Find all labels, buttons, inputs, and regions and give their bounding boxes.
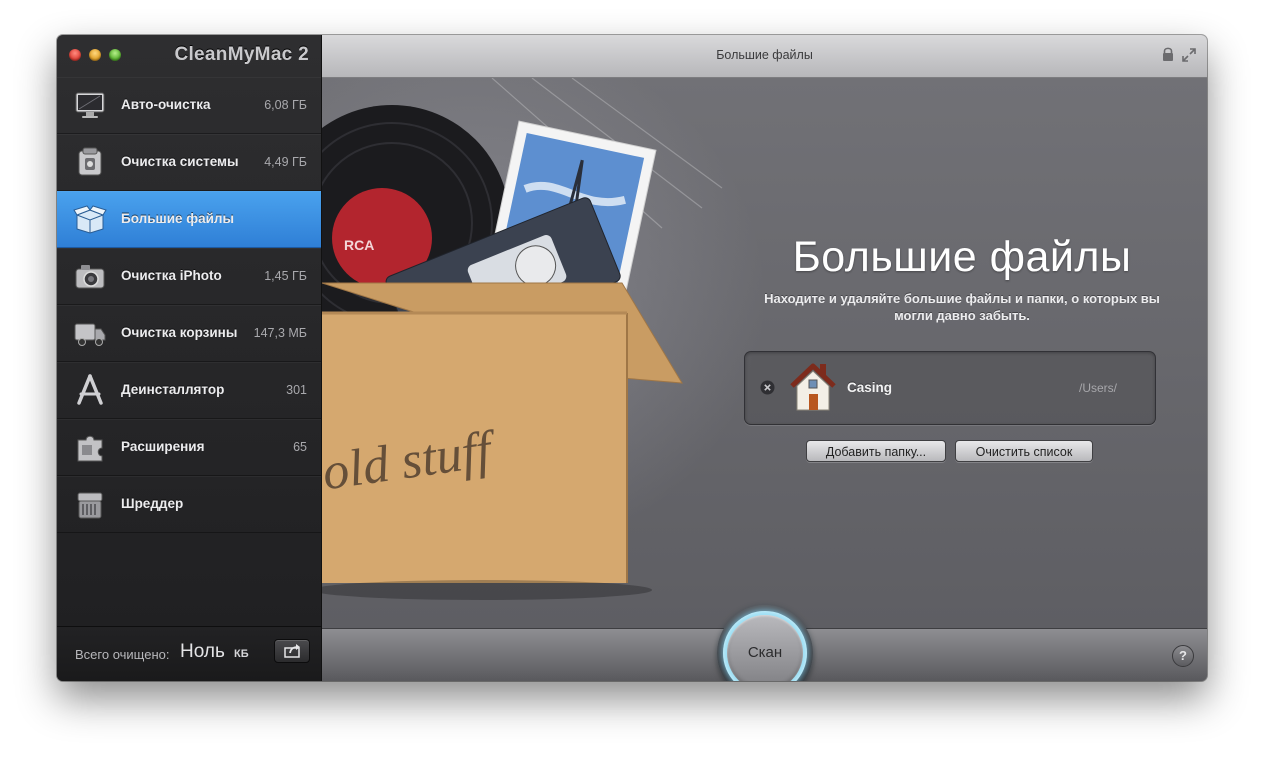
puzzle-icon — [77, 435, 103, 462]
share-icon — [284, 644, 300, 658]
svg-text:RCA: RCA — [344, 237, 374, 253]
fullscreen-icon[interactable] — [1181, 47, 1197, 63]
sidebar-item-iphoto-cleanup[interactable]: Очистка iPhoto 1,45 ГБ — [57, 248, 321, 305]
zoom-window-button[interactable] — [109, 49, 121, 61]
clear-list-button[interactable]: Очистить список — [955, 440, 1093, 462]
sidebar-item-label: Деинсталлятор — [121, 382, 225, 397]
sidebar: CleanMyMac 2 Авто-очистка 6,08 ГБ Очистк… — [57, 35, 322, 681]
sidebar-item-label: Шреддер — [121, 496, 184, 511]
monitor-icon — [75, 92, 105, 118]
app-window: CleanMyMac 2 Авто-очистка 6,08 ГБ Очистк… — [57, 35, 1207, 681]
camera-icon — [75, 265, 105, 289]
folder-path: /Users/ — [1078, 381, 1117, 395]
window-title: Большие файлы — [716, 48, 813, 62]
titlebar: Большие файлы — [322, 35, 1207, 78]
total-cleaned-value: Ноль — [180, 641, 225, 662]
remove-icon[interactable] — [760, 380, 775, 395]
app-name: CleanMyMac 2 — [174, 44, 309, 65]
sidebar-item-value: 6,08 ГБ — [264, 98, 307, 112]
app-store-icon — [77, 374, 103, 405]
total-cleaned-label: Всего очищено: — [75, 647, 170, 662]
folder-list: Casing /Users/ — [744, 351, 1156, 425]
old-stuff-box-illustration: RCA old stuff — [322, 78, 723, 600]
minimize-window-button[interactable] — [89, 49, 101, 61]
sidebar-item-value: 4,49 ГБ — [264, 155, 307, 169]
sidebar-item-value: 301 — [286, 383, 307, 397]
system-cleanup-icon — [78, 147, 102, 176]
main-panel: Большие файлы RCA old stuff Большие файл… — [322, 35, 1207, 681]
sidebar-nav: Авто-очистка 6,08 ГБ Очистка системы 4,4… — [57, 77, 321, 533]
content-area: RCA old stuff Большие файлы Находите и у… — [322, 78, 1207, 628]
sidebar-item-label: Очистка iPhoto — [121, 268, 222, 283]
help-button[interactable]: ? — [1172, 645, 1194, 667]
bottom-bar: Скан ? — [322, 605, 1207, 681]
sidebar-item-label: Расширения — [121, 439, 205, 454]
lock-icon[interactable] — [1161, 46, 1175, 62]
sidebar-item-uninstaller[interactable]: Деинсталлятор 301 — [57, 362, 321, 419]
scan-button[interactable]: Скан — [727, 615, 803, 681]
sidebar-item-value: 147,3 МБ — [253, 326, 307, 340]
shredder-icon — [77, 492, 103, 519]
sidebar-item-trash-cleanup[interactable]: Очистка корзины 147,3 МБ — [57, 305, 321, 362]
sidebar-item-value: 1,45 ГБ — [264, 269, 307, 283]
sidebar-item-extensions[interactable]: Расширения 65 — [57, 419, 321, 476]
garbage-truck-icon — [74, 323, 106, 346]
close-window-button[interactable] — [69, 49, 81, 61]
sidebar-item-large-files[interactable]: Большие файлы — [57, 191, 321, 248]
total-cleaned-unit: КБ — [234, 648, 249, 660]
sidebar-item-system-cleanup[interactable]: Очистка системы 4,49 ГБ — [57, 134, 321, 191]
sidebar-footer: Всего очищено: Ноль КБ — [57, 626, 321, 681]
sidebar-item-label: Большие файлы — [121, 211, 235, 226]
sidebar-item-label: Авто-очистка — [121, 97, 211, 112]
sidebar-item-label: Очистка корзины — [121, 325, 238, 340]
sidebar-item-shredder[interactable]: Шреддер — [57, 476, 321, 533]
home-folder-icon — [790, 363, 836, 411]
hero-title: Большие файлы — [792, 233, 1132, 281]
box-icon — [73, 205, 107, 234]
share-button[interactable] — [274, 639, 310, 663]
hero-description: Находите и удаляйте большие файлы и папк… — [764, 291, 1160, 323]
sidebar-item-label: Очистка системы — [121, 154, 239, 169]
folder-name: Casing — [847, 380, 893, 395]
add-folder-button[interactable]: Добавить папку... — [806, 440, 946, 462]
sidebar-item-auto-clean[interactable]: Авто-очистка 6,08 ГБ — [57, 77, 321, 134]
sidebar-item-value: 65 — [293, 440, 307, 454]
sidebar-header: CleanMyMac 2 — [57, 35, 321, 77]
